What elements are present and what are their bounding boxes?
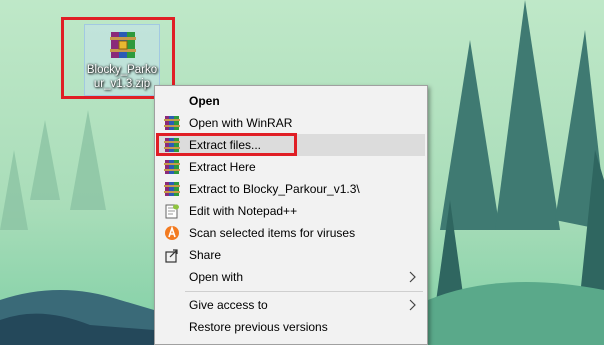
menu-item-label: Restore previous versions: [189, 320, 328, 334]
menu-item-label: Open with: [189, 270, 244, 284]
menu-item-give-access-to[interactable]: Give access to: [157, 294, 425, 316]
menu-item-label: Extract to Blocky_Parkour_v1.3\: [189, 182, 360, 196]
menu-item-label: Give access to: [189, 298, 268, 312]
menu-item-share[interactable]: Share: [157, 244, 425, 266]
menu-item-restore-previous-versions[interactable]: Restore previous versions: [157, 316, 425, 338]
desktop[interactable]: Blocky_Parkour_v1.3.zip Open Open with W…: [0, 0, 604, 345]
extract-files-highlight-box: [156, 133, 297, 156]
menu-separator: [185, 291, 423, 292]
notepad-plus-plus-icon: [165, 204, 179, 219]
menu-item-scan-viruses[interactable]: Scan selected items for viruses: [157, 222, 425, 244]
menu-item-label: Share: [189, 248, 222, 262]
menu-item-open-with[interactable]: Open with: [157, 266, 425, 288]
menu-item-extract-here[interactable]: Extract Here: [157, 156, 425, 178]
avast-icon: [165, 225, 179, 240]
winrar-icon: [164, 116, 180, 130]
winrar-icon: [164, 182, 180, 196]
chevron-right-icon: [409, 299, 416, 311]
chevron-right-icon: [409, 271, 416, 283]
winrar-icon: [164, 160, 180, 174]
menu-item-label: Open: [189, 94, 220, 108]
menu-item-label: Edit with Notepad++: [189, 204, 298, 218]
menu-item-edit-notepad-plus-plus[interactable]: Edit with Notepad++: [157, 200, 425, 222]
menu-item-label: Open with WinRAR: [189, 116, 293, 130]
context-menu: Open Open with WinRAR Extract files... E…: [154, 85, 428, 345]
menu-item-open[interactable]: Open: [157, 90, 425, 112]
menu-item-extract-to-folder[interactable]: Extract to Blocky_Parkour_v1.3\: [157, 178, 425, 200]
menu-item-label: Extract Here: [189, 160, 256, 174]
menu-item-label: Scan selected items for viruses: [189, 226, 356, 240]
menu-item-open-with-winrar[interactable]: Open with WinRAR: [157, 112, 425, 134]
share-icon: [165, 249, 178, 263]
